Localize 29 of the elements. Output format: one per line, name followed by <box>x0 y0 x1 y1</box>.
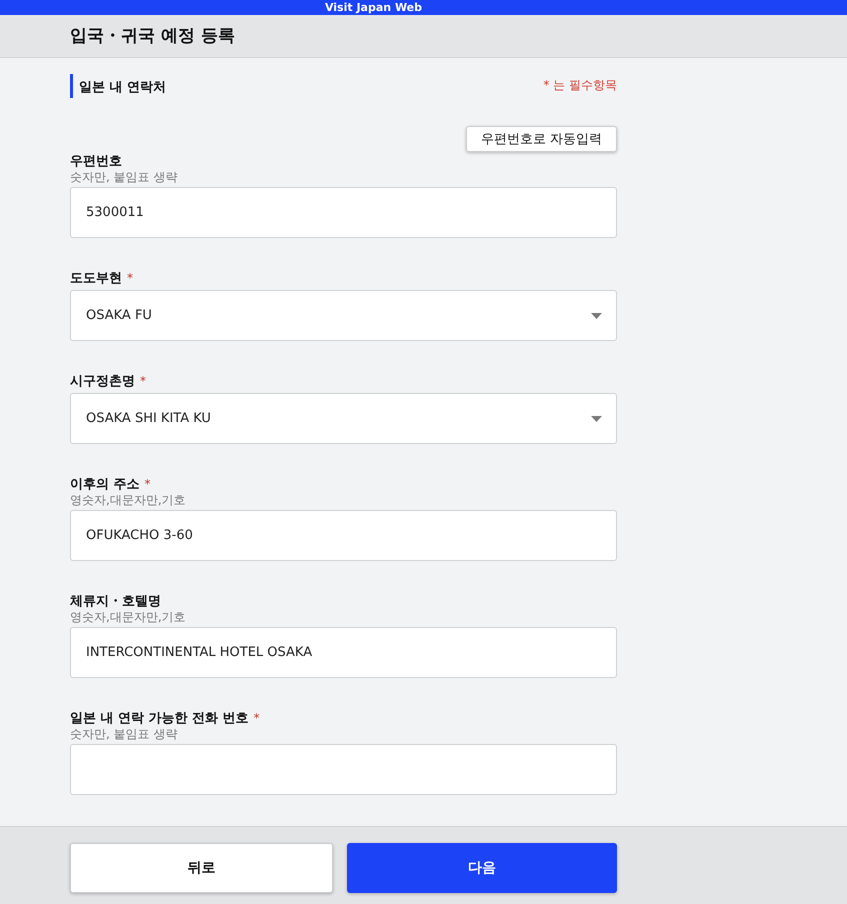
field-label: 시구정촌명 <box>70 373 135 390</box>
section-title: 일본 내 연락처 <box>70 74 166 98</box>
input-field[interactable]: 5300011 <box>70 187 617 238</box>
site-title: Visit Japan Web <box>324 0 422 14</box>
next-button[interactable]: 다음 <box>347 843 617 894</box>
dropdown-caret-icon <box>591 312 602 319</box>
field-hint: 영숫자,대문자만,기호 <box>70 610 187 624</box>
field-label: 우편번호 <box>70 153 122 170</box>
field-label: 체류지・호텔명 <box>70 593 161 610</box>
input-field[interactable]: OFUKACHO 3-60 <box>70 510 617 562</box>
required-mark: * <box>254 711 260 726</box>
page-title: 입국・귀국 예정 등록 <box>70 25 235 48</box>
required-mark: * <box>140 374 146 388</box>
dropdown-caret-icon <box>591 416 602 422</box>
field-label: 일본 내 연락 가능한 전화 번호 <box>70 710 249 728</box>
select-field[interactable]: OSAKA SHI KITA KU <box>70 393 617 444</box>
field-hint: 숫자만, 붙임표 생략 <box>70 170 178 184</box>
back-button[interactable]: 뒤로 <box>70 843 333 894</box>
required-note: * 는 필수항목 <box>543 77 617 94</box>
required-mark: * <box>144 477 151 492</box>
field-label: 도도부현 <box>70 270 122 288</box>
field-hint: 영숫자,대문자만,기호 <box>70 493 187 508</box>
select-field[interactable]: OSAKA FU <box>70 290 617 342</box>
field-label: 이후의 주소 <box>70 476 140 494</box>
required-mark: * <box>127 271 133 286</box>
input-field[interactable] <box>70 744 617 796</box>
field-hint: 숫자만, 붙임표 생략 <box>70 727 178 742</box>
autofill-button[interactable]: 우편번호로 자동입력 <box>466 126 617 152</box>
input-field[interactable]: INTERCONTINENTAL HOTEL OSAKA <box>70 627 617 678</box>
